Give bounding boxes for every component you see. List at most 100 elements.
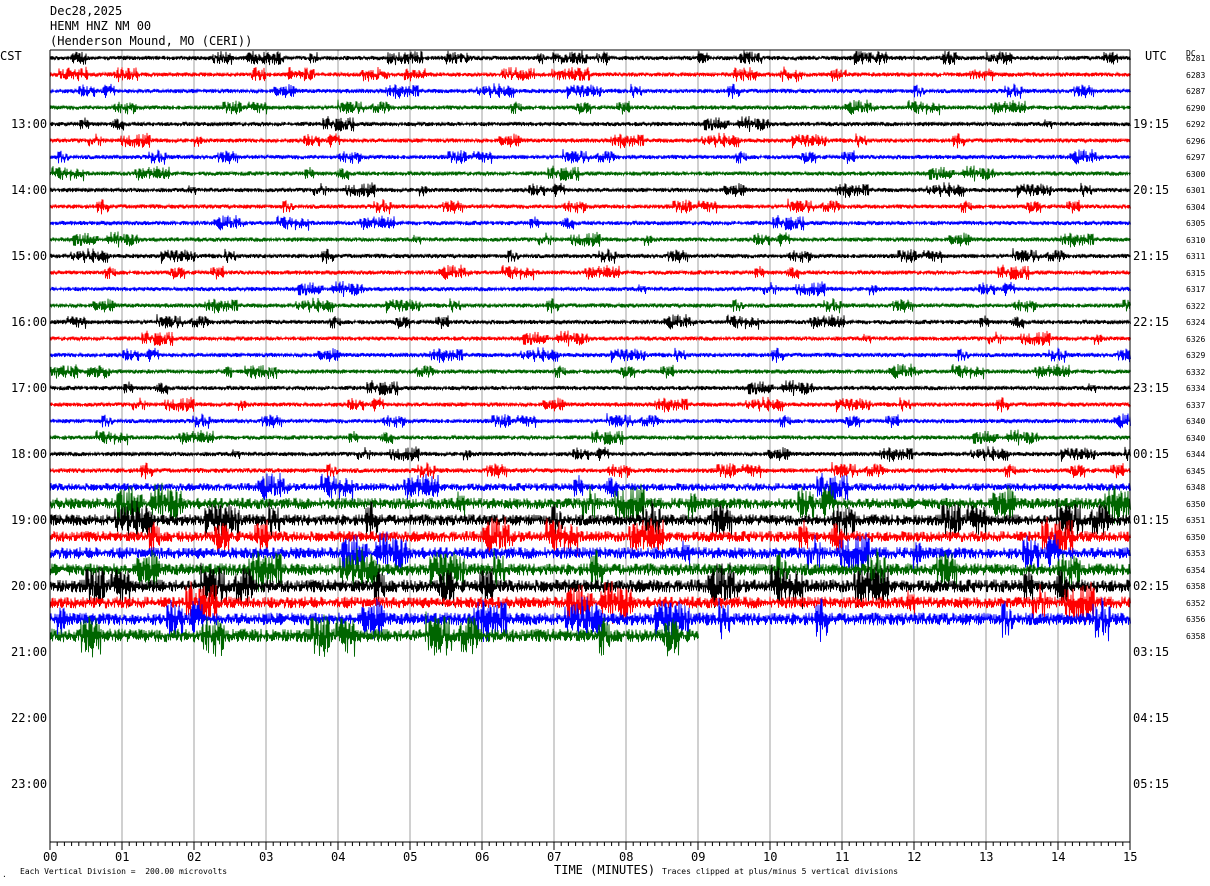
dc-value-label: 6337	[1186, 400, 1206, 410]
scale-note: Each Vertical Division = 200.00 microvol…	[20, 867, 228, 876]
x-tick-label: 12	[907, 850, 922, 864]
dc-value-label: 6350	[1186, 532, 1206, 542]
dc-value-label: 6348	[1186, 483, 1206, 492]
corner-mark: .	[2, 870, 7, 879]
trace-3-blue	[49, 83, 1131, 99]
dc-value-label: 6300	[1186, 169, 1206, 179]
trace-6-red	[49, 132, 1131, 149]
left-hour-label: 16:00	[11, 315, 48, 329]
x-tick-label: 09	[691, 850, 706, 864]
trace-1-black	[49, 50, 1131, 66]
dc-value-label: 6315	[1186, 268, 1206, 278]
left-hour-label: 22:00	[11, 711, 48, 725]
dc-value-label: 6326	[1186, 334, 1206, 344]
trace-group	[49, 50, 1131, 658]
trace-16-green	[49, 297, 1131, 314]
x-tick-label: 13	[979, 850, 994, 864]
station-label: HENM HNZ NM 00	[50, 19, 152, 33]
dc-value-label: 6304	[1186, 202, 1206, 212]
x-tick-label: 03	[259, 850, 274, 864]
dc-value-label: 6358	[1186, 631, 1206, 641]
dc-value-label: 6334	[1186, 384, 1206, 393]
trace-22-red	[49, 396, 1131, 413]
dc-value-label: 6311	[1186, 252, 1206, 261]
location-label: (Henderson Mound, MO (CERI))	[50, 34, 253, 48]
dc-value-label: 6290	[1186, 103, 1206, 113]
dc-value-label: 6345	[1186, 466, 1206, 476]
left-hour-label: 23:00	[11, 777, 48, 791]
trace-17-black	[49, 314, 1131, 330]
dc-value-label: 6297	[1186, 153, 1206, 162]
trace-14-red	[49, 264, 1131, 281]
dc-value-label: 6301	[1186, 186, 1206, 195]
date-label: Dec28,2025	[50, 4, 123, 18]
right-hour-label: 21:15	[1133, 249, 1170, 263]
trace-10-red	[49, 198, 1131, 215]
dc-value-label: 6292	[1186, 120, 1206, 129]
dc-value-label: 6296	[1186, 136, 1206, 146]
dc-value-label: 6310	[1186, 235, 1206, 245]
trace-9-black	[49, 182, 1131, 198]
trace-15-blue	[49, 280, 1131, 298]
minute-grid-lines	[49, 50, 1131, 842]
trace-26-red	[49, 461, 1131, 480]
right-hour-label: 20:15	[1133, 183, 1170, 197]
clip-note: Traces clipped at plus/minus 5 vertical …	[662, 867, 899, 876]
x-tick-label: 06	[475, 850, 490, 864]
trace-19-blue	[49, 347, 1131, 363]
dc-value-label: 6322	[1186, 301, 1206, 311]
x-tick-label: 08	[619, 850, 634, 864]
left-hour-label: 15:00	[11, 249, 48, 263]
x-tick-label: 10	[763, 850, 778, 864]
seismogram-plot	[49, 49, 1131, 850]
x-tick-label: 15	[1123, 850, 1138, 864]
dc-value-label: 6317	[1186, 285, 1206, 294]
right-timezone-label: UTC	[1145, 49, 1167, 63]
trace-5-black	[49, 115, 1131, 133]
left-hour-label: 18:00	[11, 447, 48, 461]
x-tick-label: 01	[115, 850, 130, 864]
dc-value-label: 6354	[1186, 565, 1206, 575]
trace-23-blue	[49, 413, 1131, 429]
trace-21-black	[49, 379, 1131, 397]
left-timezone-label: CST	[0, 49, 22, 63]
left-hour-label: 17:00	[11, 381, 48, 395]
dc-value-label: 6344	[1186, 450, 1206, 459]
right-hour-label: 01:15	[1133, 513, 1170, 527]
left-hour-label: 19:00	[11, 513, 48, 527]
left-hour-label: 13:00	[11, 117, 48, 131]
dc-value-label: 6287	[1186, 87, 1206, 96]
dc-value-label: 6332	[1186, 367, 1206, 377]
trace-20-green	[49, 363, 1131, 380]
right-hour-label: 05:15	[1133, 777, 1170, 791]
dc-value-label: 6324	[1186, 318, 1206, 327]
x-axis-title: TIME (MINUTES)	[554, 863, 656, 877]
dc-value-label: 6340	[1186, 433, 1206, 443]
trace-11-blue	[49, 215, 1131, 231]
dc-value-label: 6283	[1186, 70, 1206, 80]
dc-value-label: 6281	[1186, 54, 1206, 63]
right-hour-label: 23:15	[1133, 381, 1170, 395]
left-hour-label: 20:00	[11, 579, 48, 593]
dc-value-label: 6350	[1186, 499, 1206, 509]
dc-value-label: 6351	[1186, 516, 1206, 525]
x-tick-label: 00	[43, 850, 58, 864]
x-tick-label: 04	[331, 850, 346, 864]
x-tick-label: 07	[547, 850, 562, 864]
dc-value-label: 6352	[1186, 598, 1206, 608]
trace-4-green	[49, 99, 1131, 116]
right-hour-label: 22:15	[1133, 315, 1170, 329]
trace-24-green	[49, 429, 1131, 446]
plot-axes	[49, 49, 1131, 850]
left-hour-label: 14:00	[11, 183, 48, 197]
x-tick-label: 05	[403, 850, 418, 864]
x-tick-label: 14	[1051, 850, 1066, 864]
trace-2-red	[49, 66, 1131, 83]
right-hour-label: 19:15	[1133, 117, 1170, 131]
dc-value-label: 6329	[1186, 351, 1206, 360]
x-tick-label: 11	[835, 850, 850, 864]
dc-value-label: 6358	[1186, 582, 1206, 591]
trace-12-green	[49, 231, 1131, 248]
right-hour-label: 02:15	[1133, 579, 1170, 593]
left-hour-label: 21:00	[11, 645, 48, 659]
